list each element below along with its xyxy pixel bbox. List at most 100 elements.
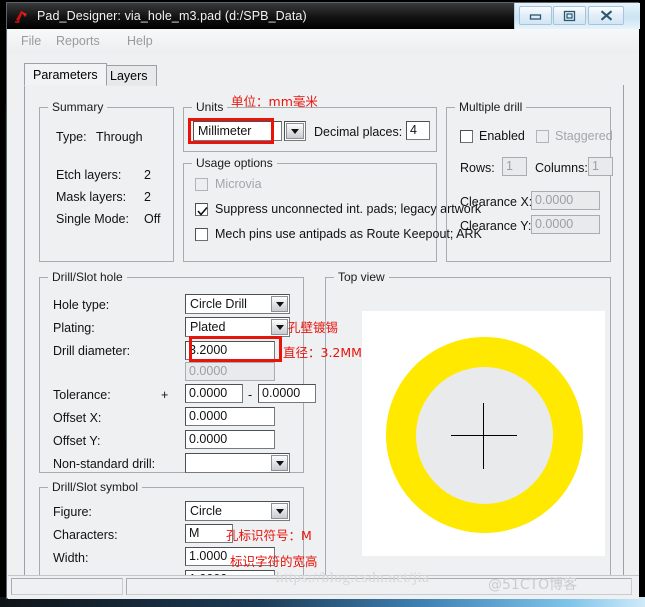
figure-label: Figure: xyxy=(53,505,92,519)
rows-value: 1 xyxy=(506,159,513,173)
mech-pins-antipads-checkbox[interactable] xyxy=(195,228,208,241)
window-title: Pad_Designer: via_hole_m3.pad (d:/SPB_Da… xyxy=(37,9,307,23)
summary-type-value: Through xyxy=(96,130,143,144)
tolerance-plus-sign: + xyxy=(161,388,169,402)
menu-item-file[interactable]: File xyxy=(17,33,45,49)
offset-x-value: 0.0000 xyxy=(189,409,228,423)
rows-label: Rows: xyxy=(460,161,495,175)
summary-mask-value: 2 xyxy=(144,190,151,204)
columns-label: Columns: xyxy=(535,161,588,175)
clearance-x-input[interactable]: 0.0000 xyxy=(531,191,600,210)
top-view-group-label: Top view xyxy=(334,270,389,284)
pad-designer-icon xyxy=(14,8,30,24)
multiple-drill-enabled-checkbox[interactable] xyxy=(460,130,473,143)
offset-x-input[interactable]: 0.0000 xyxy=(185,407,275,426)
status-cell-left xyxy=(11,578,123,595)
plating-combo[interactable]: Plated xyxy=(185,317,290,337)
figure-combo[interactable]: Circle xyxy=(185,501,290,521)
top-view-preview[interactable] xyxy=(362,311,605,556)
usage-options-group: Usage options Microvia Suppress unconnec… xyxy=(183,156,482,262)
drill-diameter-highlight-box xyxy=(189,336,282,362)
drill-slot-hole-group: Drill/Slot hole Hole type: Circle Drill … xyxy=(39,270,316,473)
watermark-url: https://blog.csdn.net/jia xyxy=(276,570,430,586)
plating-label: Plating: xyxy=(53,321,95,335)
plating-value: Plated xyxy=(190,320,226,334)
title-bar: Pad_Designer: via_hole_m3.pad (d:/SPB_Da… xyxy=(7,3,640,29)
multiple-drill-staggered-checkbox[interactable] xyxy=(536,130,549,143)
decimal-places-label: Decimal places: xyxy=(314,125,403,139)
units-annotation-strike: mm xyxy=(268,94,293,109)
drill-diameter-secondary-value: 0.0000 xyxy=(189,364,228,378)
tolerance-minus-input[interactable]: 0.0000 xyxy=(258,384,316,403)
clearance-y-input[interactable]: 0.0000 xyxy=(531,215,600,234)
non-standard-drill-combo[interactable] xyxy=(185,453,290,473)
chevron-down-icon[interactable] xyxy=(271,503,288,519)
tab-parameters[interactable]: Parameters xyxy=(24,63,107,86)
tolerance-minus-value: 0.0000 xyxy=(262,386,301,400)
tolerance-minus-sign: - xyxy=(248,388,253,402)
chevron-down-icon[interactable] xyxy=(271,319,288,335)
drill-slot-hole-group-label: Drill/Slot hole xyxy=(48,270,127,284)
usage-options-group-label: Usage options xyxy=(192,156,277,170)
offset-y-label: Offset Y: xyxy=(53,434,101,448)
check-icon xyxy=(197,204,208,222)
rows-input[interactable]: 1 xyxy=(502,157,527,176)
summary-single-mode-label: Single Mode: xyxy=(56,212,129,226)
summary-group-label: Summary xyxy=(48,100,108,114)
drill-diameter-label: Drill diameter: xyxy=(53,344,131,358)
decimal-places-input[interactable]: 4 xyxy=(406,121,430,140)
characters-value: M xyxy=(189,526,200,540)
summary-single-mode-value: Off xyxy=(144,212,161,226)
chevron-down-icon[interactable] xyxy=(286,123,304,139)
summary-type-label: Type: xyxy=(56,130,87,144)
minimize-button[interactable] xyxy=(519,6,552,25)
units-highlight-box xyxy=(188,118,274,144)
menu-item-help[interactable]: Help xyxy=(123,33,157,49)
tab-layers[interactable]: Layers xyxy=(101,65,157,86)
units-combo-arrow-wrap[interactable] xyxy=(284,121,306,141)
drill-slot-symbol-group-label: Drill/Slot symbol xyxy=(48,480,143,494)
close-button[interactable] xyxy=(588,6,624,25)
summary-etch-value: 2 xyxy=(144,168,151,182)
units-annotation-prefix: 单位： xyxy=(231,94,269,109)
diameter-annotation: 直径：3.2MM xyxy=(283,345,362,360)
chevron-down-icon[interactable] xyxy=(271,296,288,312)
offset-y-value: 0.0000 xyxy=(189,432,228,446)
watermark-badge: @51CTO博客 xyxy=(488,577,578,593)
chevron-down-icon[interactable] xyxy=(271,455,288,471)
suppress-unconnected-label: Suppress unconnected int. pads; legacy a… xyxy=(215,202,482,216)
microvia-label: Microvia xyxy=(215,177,262,191)
plating-annotation: 孔壁镀锡 xyxy=(288,320,339,335)
characters-annotation: 孔标识符号：M xyxy=(226,528,312,543)
offset-x-label: Offset X: xyxy=(53,411,102,425)
figure-value: Circle xyxy=(190,504,222,518)
drill-diameter-secondary-input[interactable]: 0.0000 xyxy=(185,362,275,381)
symbol-width-value: 1.0000 xyxy=(189,549,228,563)
microvia-checkbox[interactable] xyxy=(195,178,208,191)
summary-etch-label: Etch layers: xyxy=(56,168,122,182)
multiple-drill-group-label: Multiple drill xyxy=(455,100,527,114)
symbol-width-label: Width: xyxy=(53,551,89,565)
decimal-places-value: 4 xyxy=(410,123,417,137)
clearance-y-value: 0.0000 xyxy=(535,217,574,231)
non-standard-drill-label: Non-standard drill: xyxy=(53,457,156,471)
maximize-button[interactable] xyxy=(553,6,586,25)
pad-designer-window: Pad_Designer: via_hole_m3.pad (d:/SPB_Da… xyxy=(6,2,640,599)
tolerance-label: Tolerance: xyxy=(53,388,111,402)
hole-type-combo[interactable]: Circle Drill xyxy=(185,294,290,314)
multiple-drill-group: Multiple drill Enabled Staggered Rows: 1… xyxy=(446,100,613,262)
units-annotation-suffix: 毫米 xyxy=(292,94,318,109)
columns-value: 1 xyxy=(592,159,599,173)
mech-pins-antipads-label: Mech pins use antipads as Route Keepout;… xyxy=(215,227,482,241)
tolerance-plus-value: 0.0000 xyxy=(189,386,228,400)
tolerance-plus-input[interactable]: 0.0000 xyxy=(185,384,243,403)
units-annotation: 单位：mm毫米 xyxy=(231,91,318,110)
clearance-x-value: 0.0000 xyxy=(535,193,574,207)
tab-strip: Layers Parameters xyxy=(24,63,624,86)
offset-y-input[interactable]: 0.0000 xyxy=(185,430,275,449)
clearance-y-label: Clearance Y: xyxy=(460,219,532,233)
suppress-unconnected-checkbox[interactable] xyxy=(195,203,208,216)
menu-item-reports[interactable]: Reports xyxy=(52,33,104,49)
clearance-x-label: Clearance X: xyxy=(460,195,533,209)
columns-input[interactable]: 1 xyxy=(588,157,613,176)
